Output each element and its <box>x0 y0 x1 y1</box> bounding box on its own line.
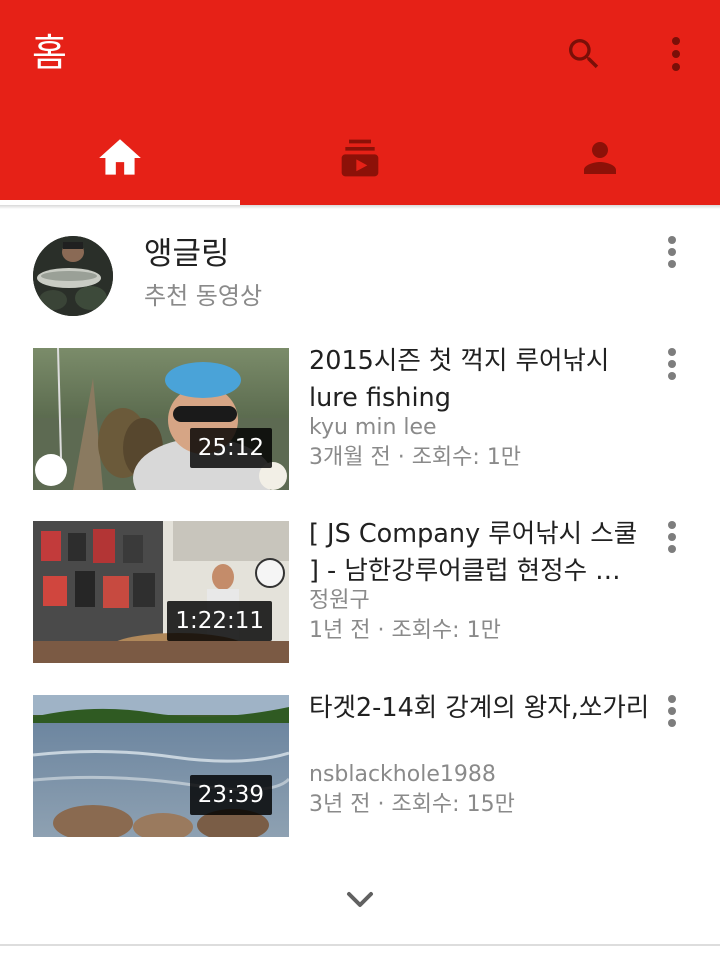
video-thumbnail[interactable]: 25:12 <box>33 348 289 490</box>
search-icon <box>569 39 599 69</box>
chevron-down-icon <box>347 892 373 907</box>
expand-more-button[interactable] <box>340 880 380 920</box>
tab-bar <box>0 110 720 205</box>
video-channel: nsblackhole1988 <box>309 762 496 787</box>
video-meta: 3개월 전 · 조회수: 1만 <box>309 445 522 470</box>
section-title[interactable]: 앵글링 <box>144 234 230 274</box>
appbar-shadow <box>0 205 720 209</box>
tab-account[interactable] <box>480 110 720 205</box>
video-item[interactable]: 1:22:11 [ JS Company 루어낚시 스쿨 ] - 남한강루어클럽… <box>0 519 720 666</box>
more-vert-icon <box>668 236 676 268</box>
video-item[interactable]: 25:12 2015시즌 첫 꺽지 루어낚시 lure fishing kyu … <box>0 346 720 493</box>
search-button[interactable] <box>556 28 612 80</box>
tab-home[interactable] <box>0 110 240 205</box>
section-more-button[interactable] <box>658 232 686 272</box>
section-header: 앵글링 추천 동영상 <box>0 228 720 328</box>
home-icon <box>99 138 141 175</box>
tab-subscriptions[interactable] <box>240 110 480 205</box>
video-thumbnail[interactable]: 1:22:11 <box>33 521 289 663</box>
video-meta: 1년 전 · 조회수: 1만 <box>309 618 501 643</box>
video-more-button[interactable] <box>658 517 686 557</box>
more-vert-icon <box>668 695 676 727</box>
video-duration: 1:22:11 <box>167 601 272 641</box>
more-options-button[interactable] <box>652 28 700 80</box>
video-channel: kyu min lee <box>309 415 437 440</box>
video-meta: 3년 전 · 조회수: 15만 <box>309 792 515 817</box>
avatar-image <box>33 236 113 316</box>
video-channel: 정원구 <box>309 588 370 613</box>
page-title: 홈 <box>32 31 67 75</box>
account-icon <box>584 141 616 174</box>
channel-avatar[interactable] <box>33 236 113 316</box>
more-vert-icon <box>672 37 680 71</box>
video-item[interactable]: 23:39 타겟2-14회 강계의 왕자,쏘가리 nsblackhole1988… <box>0 693 720 840</box>
video-duration: 23:39 <box>189 775 272 815</box>
video-title[interactable]: 2015시즌 첫 꺽지 루어낚시 lure fishing <box>309 343 654 417</box>
subscriptions-icon <box>341 139 379 176</box>
divider <box>0 944 720 946</box>
video-more-button[interactable] <box>658 344 686 384</box>
section-subtitle: 추천 동영상 <box>144 282 263 310</box>
app-bar: 홈 <box>0 0 720 205</box>
video-more-button[interactable] <box>658 691 686 731</box>
video-title[interactable]: [ JS Company 루어낚시 스쿨 ] - 남한강루어클럽 현정수 … <box>309 516 654 590</box>
more-vert-icon <box>668 521 676 553</box>
more-vert-icon <box>668 348 676 380</box>
video-duration: 25:12 <box>189 428 272 468</box>
video-thumbnail[interactable]: 23:39 <box>33 695 289 837</box>
video-title[interactable]: 타겟2-14회 강계의 왕자,쏘가리 <box>309 690 654 727</box>
